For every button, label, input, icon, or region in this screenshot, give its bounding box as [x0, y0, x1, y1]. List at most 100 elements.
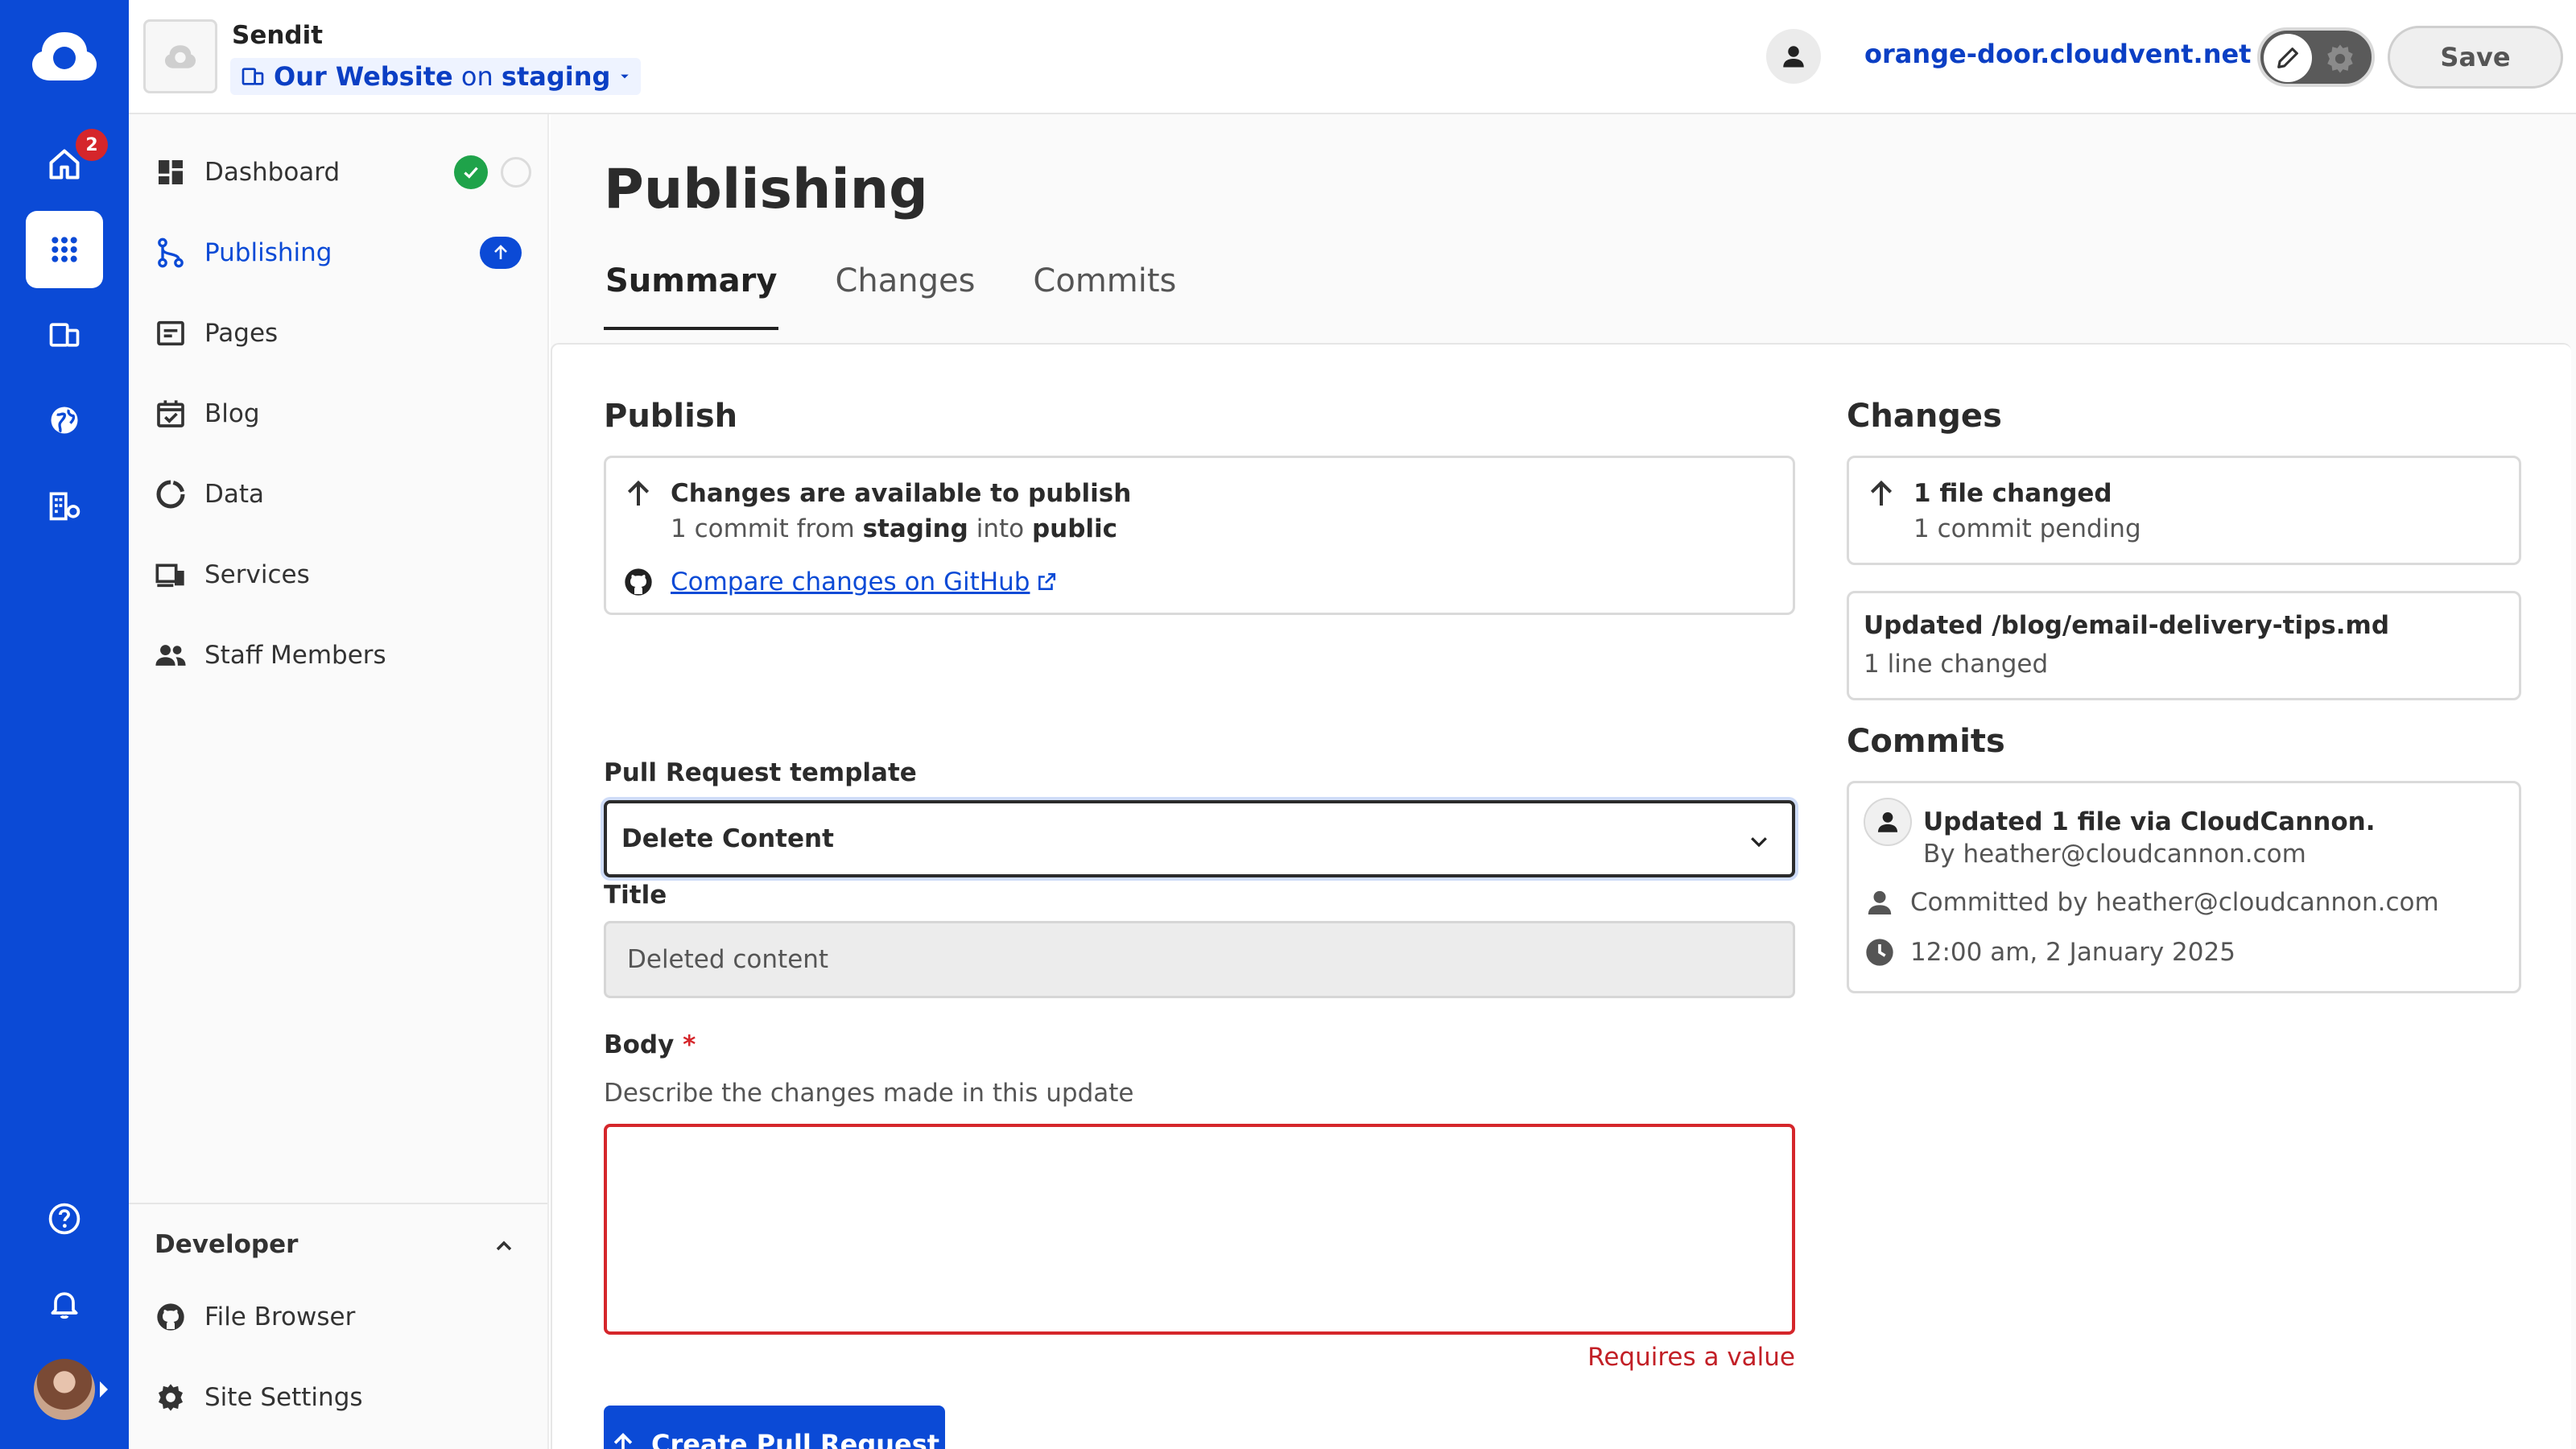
site-thumbnail[interactable]: [143, 19, 217, 93]
arrow-up-icon: [1870, 480, 1893, 506]
sidebar-item-label: Dashboard: [204, 158, 341, 187]
pencil-icon: [2277, 47, 2298, 68]
body-label-text: Body: [604, 1030, 675, 1059]
create-pull-request-label: Create Pull Request: [650, 1429, 940, 1449]
sidebar-item-dashboard[interactable]: Dashboard: [153, 148, 531, 196]
devices-icon: [242, 68, 264, 85]
toggle-knob: [2264, 34, 2312, 82]
main-content: Publishing Summary Changes Commits Publi…: [551, 114, 2576, 1449]
commits-pending-text: 1 commit pending: [1913, 514, 2141, 543]
clock-icon: [1866, 939, 1893, 966]
globe-rail-button[interactable]: [26, 382, 103, 459]
template-select[interactable]: Delete Content: [604, 800, 1795, 877]
template-label: Pull Request template: [604, 758, 917, 787]
sidebar-item-label: Blog: [204, 399, 260, 428]
template-selected-value: Delete Content: [621, 824, 834, 853]
people-icon: [153, 638, 188, 673]
arrow-up-icon: [627, 480, 650, 506]
changed-file-box[interactable]: Updated /blog/email-delivery-tips.md 1 l…: [1847, 591, 2521, 700]
account-button[interactable]: [1766, 29, 1821, 84]
gear-icon: [153, 1380, 188, 1415]
compare-changes-link[interactable]: Compare changes on GitHub: [671, 568, 1030, 597]
arrow-up-badge-icon: [480, 237, 522, 269]
organization-rail-button[interactable]: [26, 467, 103, 544]
notifications-count-badge: 2: [76, 129, 108, 161]
notifications-rail-button[interactable]: [26, 1265, 103, 1343]
caret-down-icon: [621, 74, 630, 79]
sites-rail-button[interactable]: [26, 296, 103, 374]
lines-changed-text: 1 line changed: [1864, 650, 2049, 679]
help-rail-button[interactable]: [26, 1180, 103, 1257]
sidebar-item-label: Site Settings: [204, 1383, 363, 1412]
commit-time: 12:00 am, 2 January 2025: [1910, 938, 2235, 967]
bell-icon: [51, 1292, 78, 1319]
app-rail: 2: [0, 0, 129, 1449]
title-label: Title: [604, 881, 667, 910]
arrow-up-icon: [613, 1433, 633, 1449]
pending-circle-icon: [501, 157, 531, 188]
branch-name: staging: [501, 61, 611, 92]
files-changed-count: 1 file changed: [1913, 479, 2112, 508]
detail-into: into: [976, 514, 1025, 543]
detail-to-branch: public: [1031, 514, 1118, 543]
dashboard-icon: [153, 155, 188, 190]
sidebar: Dashboard Publishing Pages Blog Data Ser…: [129, 114, 549, 1449]
page-title: Publishing: [604, 158, 928, 221]
grid-icon: [52, 237, 77, 262]
user-icon: [1877, 811, 1898, 832]
detail-from-branch: staging: [862, 514, 968, 543]
save-button[interactable]: Save: [2388, 26, 2563, 89]
sidebar-item-staff-members[interactable]: Staff Members: [153, 631, 531, 679]
publish-status-box: Changes are available to publish 1 commi…: [604, 456, 1795, 615]
sidebar-item-data[interactable]: Data: [153, 470, 531, 518]
committer-row: Committed by heather@cloudcannon.com: [1864, 886, 2439, 919]
sidebar-item-services[interactable]: Services: [153, 551, 531, 599]
cloudcannon-logo-icon[interactable]: [31, 27, 98, 84]
committer-avatar: [1864, 798, 1912, 846]
chevron-up-icon[interactable]: [491, 1233, 517, 1259]
user-avatar[interactable]: [34, 1359, 95, 1420]
apps-rail-button[interactable]: [26, 211, 103, 288]
sidebar-item-blog[interactable]: Blog: [153, 390, 531, 438]
sidebar-item-label: Staff Members: [204, 641, 386, 670]
sidebar-item-pages[interactable]: Pages: [153, 309, 531, 357]
compare-link-row[interactable]: Compare changes on GitHub: [622, 566, 1057, 598]
branch-icon: [153, 235, 188, 270]
sidebar-item-label: Publishing: [204, 238, 332, 267]
tab-summary[interactable]: Summary: [604, 262, 779, 330]
site-url-link[interactable]: orange-door.cloudvent.net: [1864, 39, 2278, 69]
create-pull-request-button[interactable]: Create Pull Request: [604, 1406, 945, 1449]
publish-detail: 1 commit from staging into public: [671, 514, 1117, 543]
sidebar-item-publishing[interactable]: Publishing: [153, 229, 531, 277]
site-branch-selector[interactable]: Our Website on staging: [230, 58, 642, 95]
commit-time-row: 12:00 am, 2 January 2025: [1864, 936, 2235, 968]
dashboard-status: [454, 155, 531, 189]
sidebar-item-label: Services: [204, 560, 310, 589]
developer-divider: [129, 1203, 547, 1204]
developer-section-title[interactable]: Developer: [155, 1230, 298, 1259]
title-input[interactable]: [604, 921, 1795, 998]
commit-message: Updated 1 file via CloudCannon.: [1923, 807, 2376, 836]
commit-box[interactable]: Updated 1 file via CloudCannon. By heath…: [1847, 781, 2521, 993]
required-asterisk: *: [683, 1030, 696, 1059]
data-ring-icon: [153, 477, 188, 512]
person-icon: [1868, 890, 1892, 914]
sidebar-item-file-browser[interactable]: File Browser: [153, 1293, 531, 1341]
tab-commits[interactable]: Commits: [1031, 262, 1178, 328]
summary-panel: Publish Changes are available to publish…: [551, 343, 2571, 1449]
tab-changes[interactable]: Changes: [833, 262, 976, 328]
caret-right-icon: [100, 1381, 108, 1397]
committer-text: Committed by heather@cloudcannon.com: [1910, 888, 2439, 917]
detail-prefix: 1 commit from: [671, 514, 855, 543]
changed-file-path: Updated /blog/email-delivery-tips.md: [1864, 611, 2390, 640]
changes-summary-box[interactable]: 1 file changed 1 commit pending: [1847, 456, 2521, 565]
site-url-text: orange-door.cloudvent.net: [1864, 39, 2252, 69]
body-textarea[interactable]: [604, 1124, 1795, 1335]
sidebar-item-site-settings[interactable]: Site Settings: [153, 1373, 531, 1422]
external-link-icon: [1038, 572, 1056, 590]
calendar-check-icon: [153, 396, 188, 431]
edit-mode-toggle[interactable]: [2257, 27, 2375, 87]
on-text: on: [460, 61, 493, 92]
user-icon: [1783, 46, 1804, 68]
devices-icon: [49, 323, 80, 347]
